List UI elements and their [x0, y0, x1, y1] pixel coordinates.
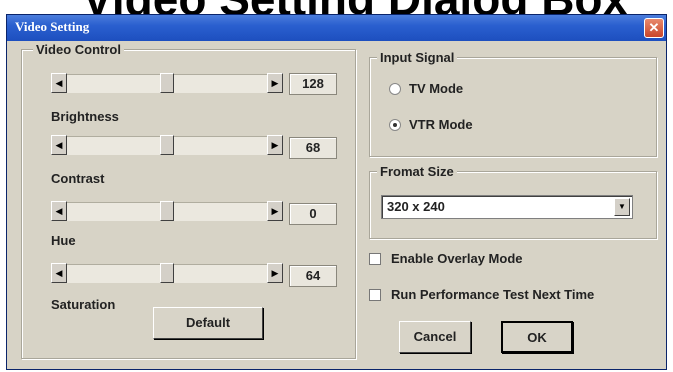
video-setting-dialog: Video Setting ✕ Video Control ◀ ▶ 128 Br…: [6, 14, 667, 370]
scroll-right-icon[interactable]: ▶: [267, 263, 283, 283]
video-control-label: Video Control: [33, 42, 124, 58]
overlay-checkbox[interactable]: [369, 253, 381, 265]
hue-label: Hue: [51, 233, 76, 248]
brightness-slider[interactable]: ◀ ▶: [51, 135, 283, 157]
vtr-mode-radio[interactable]: [389, 119, 401, 131]
contrast-label: Contrast: [51, 171, 105, 186]
perf-test-label[interactable]: Run Performance Test Next Time: [391, 287, 594, 302]
slider-thumb[interactable]: [160, 73, 174, 93]
tv-mode-label[interactable]: TV Mode: [409, 81, 463, 96]
scroll-right-icon[interactable]: ▶: [267, 73, 283, 93]
slider-thumb[interactable]: [160, 263, 174, 283]
slider-thumb[interactable]: [160, 201, 174, 221]
chevron-down-icon[interactable]: ▼: [614, 198, 630, 216]
overlay-label[interactable]: Enable Overlay Mode: [391, 251, 523, 266]
scroll-left-icon[interactable]: ◀: [51, 135, 67, 155]
scroll-left-icon[interactable]: ◀: [51, 201, 67, 221]
brightness-label: Brightness: [51, 109, 119, 124]
tv-mode-radio[interactable]: [389, 83, 401, 95]
input-signal-group: [369, 57, 657, 157]
scroll-left-icon[interactable]: ◀: [51, 73, 67, 93]
title-bar[interactable]: Video Setting ✕: [7, 15, 666, 41]
close-button[interactable]: ✕: [644, 18, 664, 38]
close-icon: ✕: [648, 20, 660, 35]
scroll-right-icon[interactable]: ▶: [267, 201, 283, 221]
contrast-value: 0: [289, 203, 337, 225]
format-size-value: 320 x 240: [387, 199, 445, 214]
hue-slider[interactable]: ◀ ▶: [51, 263, 283, 285]
scroll-left-icon[interactable]: ◀: [51, 263, 67, 283]
ok-button[interactable]: OK: [501, 321, 573, 353]
default-button[interactable]: Default: [153, 307, 263, 339]
slider-thumb[interactable]: [160, 135, 174, 155]
vtr-mode-label[interactable]: VTR Mode: [409, 117, 473, 132]
contrast-slider[interactable]: ◀ ▶: [51, 201, 283, 223]
scroll-right-icon[interactable]: ▶: [267, 135, 283, 155]
hue-value: 64: [289, 265, 337, 287]
saturation-label: Saturation: [51, 297, 116, 312]
cancel-button[interactable]: Cancel: [399, 321, 471, 353]
window-title: Video Setting: [15, 19, 90, 34]
format-size-label: Fromat Size: [377, 164, 457, 180]
input-signal-label: Input Signal: [377, 50, 458, 66]
brightness-value: 68: [289, 137, 337, 159]
video-control-value: 128: [289, 73, 337, 95]
perf-test-checkbox[interactable]: [369, 289, 381, 301]
format-size-select[interactable]: 320 x 240 ▼: [381, 195, 633, 219]
video-control-slider[interactable]: ◀ ▶: [51, 73, 283, 95]
